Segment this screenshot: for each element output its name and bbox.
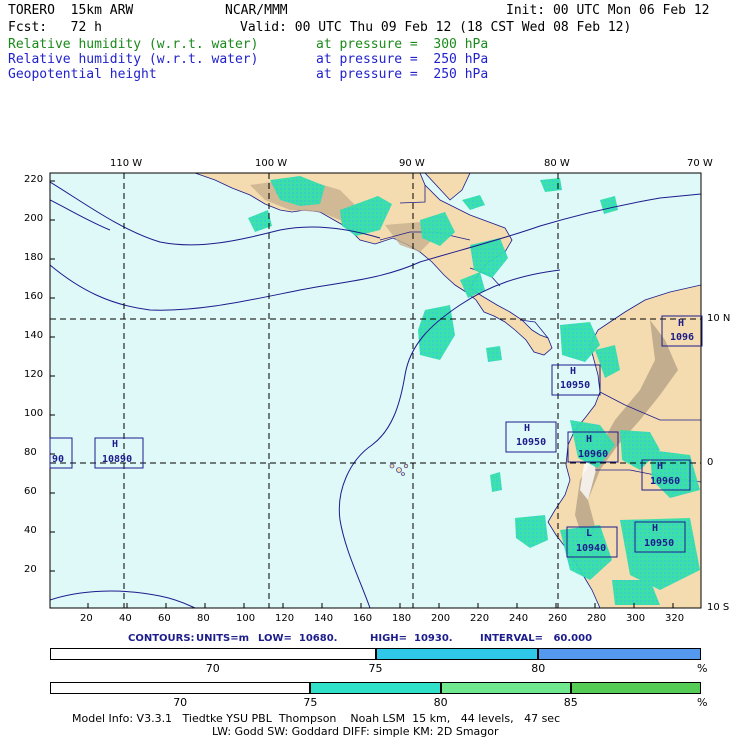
colorbar-unit: % (697, 696, 708, 709)
x-tick-label: 20 (80, 613, 93, 624)
center-value: 1096 (670, 332, 695, 343)
longitude-label: 110 W (110, 158, 143, 169)
center-label: L (586, 528, 593, 539)
center-label: H (570, 366, 577, 377)
x-tick-label: 180 (392, 613, 412, 624)
colorbar-tick-label: 75 (368, 662, 383, 675)
x-tick-label: 60 (158, 613, 171, 624)
colorbar-segment (440, 682, 571, 694)
y-tick-label: 200 (24, 213, 44, 224)
colorbar-unit: % (697, 662, 708, 675)
x-tick-label: 80 (197, 613, 210, 624)
colorbar-tick-label: 85 (563, 696, 578, 709)
center-value: 10950 (560, 380, 591, 391)
x-tick-label: 140 (314, 613, 334, 624)
model-info-line2: LW: Godd SW: Goddard DIFF: simple KM: 2D… (212, 725, 499, 738)
y-tick-label: 160 (24, 291, 44, 302)
colorbar-tick-label: 75 (303, 696, 318, 709)
y-tick-label: 80 (24, 447, 37, 458)
model-info-line1: Model Info: V3.3.1 Tiedtke YSU PBL Thomp… (72, 712, 561, 725)
x-tick-label: 240 (509, 613, 529, 624)
y-tick-label: 20 (24, 564, 37, 575)
contours-low: LOW= 10680. (258, 633, 338, 644)
contours-high: HIGH= 10930. (370, 633, 453, 644)
colorbar-tick-label: 80 (433, 696, 448, 709)
colorbar-segment (50, 682, 311, 694)
center-label: H (678, 318, 685, 329)
colorbar-segment (375, 648, 539, 660)
y-tick-label: 100 (24, 408, 44, 419)
longitude-label: 100 W (255, 158, 288, 169)
x-tick-label: 260 (548, 613, 568, 624)
x-tick-label: 120 (275, 613, 295, 624)
x-tick-label: 280 (587, 613, 607, 624)
center-label: H (657, 461, 664, 472)
y-tick-label: 180 (24, 252, 44, 263)
y-tick-label: 220 (24, 174, 44, 185)
y-tick-label: 120 (24, 369, 44, 380)
latitude-label: 0 (707, 457, 714, 468)
colorbar-segment (538, 648, 701, 660)
longitude-label: 90 W (399, 158, 425, 169)
x-tick-label: 100 (236, 613, 256, 624)
center-value: 10960 (650, 476, 681, 487)
latitude-label: 10 N (707, 313, 731, 324)
center-value: 10940 (576, 543, 607, 554)
center-value: 10960 (578, 449, 609, 460)
x-tick-label: 220 (470, 613, 490, 624)
latitude-label: 10 S (707, 602, 730, 613)
colorbar-tick-label: 70 (205, 662, 220, 675)
y-tick-label: 60 (24, 486, 37, 497)
contours-interval: INTERVAL= 60.000 (480, 633, 593, 644)
x-tick-label: 40 (119, 613, 132, 624)
longitude-label: 80 W (544, 158, 570, 169)
center-value: 10950 (516, 437, 547, 448)
center-label: H (112, 439, 119, 450)
weather-map (49, 172, 703, 609)
center-label: H (652, 523, 659, 534)
colorbar-segment (570, 682, 701, 694)
contours-label: CONTOURS: (128, 633, 195, 644)
x-tick-label: 200 (431, 613, 451, 624)
center-value: 10950 (644, 538, 675, 549)
colorbar-segment (50, 648, 376, 660)
center-value: 10890 (102, 454, 133, 465)
x-tick-label: 160 (353, 613, 373, 624)
x-tick-label: 300 (626, 613, 646, 624)
center-value: 90 (52, 454, 65, 465)
colorbar-tick-label: 70 (173, 696, 188, 709)
center-label: H (524, 423, 531, 434)
longitude-label: 70 W (687, 158, 713, 169)
contours-units: UNITS=m (196, 633, 250, 644)
y-tick-label: 40 (24, 525, 37, 536)
x-tick-label: 320 (665, 613, 685, 624)
center-label: H (586, 434, 593, 445)
colorbar-tick-label: 80 (531, 662, 546, 675)
colorbar-segment (310, 682, 441, 694)
y-tick-label: 140 (24, 330, 44, 341)
